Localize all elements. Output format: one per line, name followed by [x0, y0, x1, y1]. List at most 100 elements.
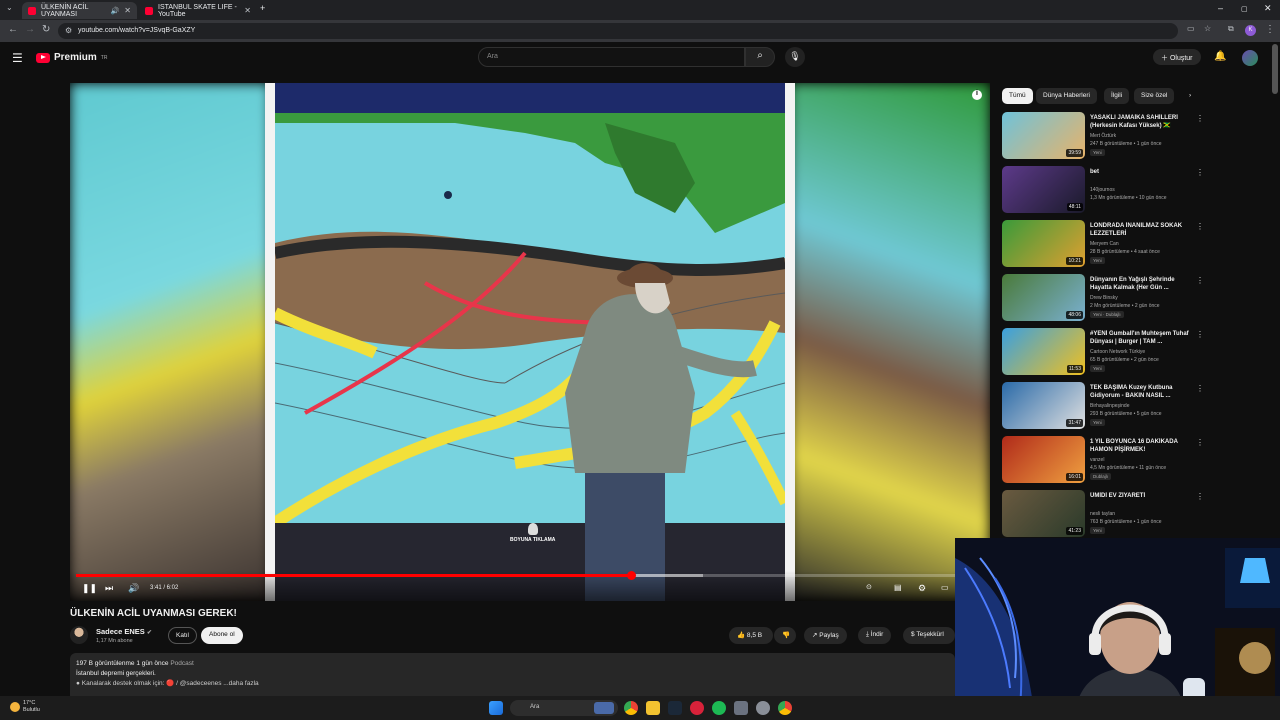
tab-close-icon[interactable]: ✕	[124, 6, 131, 15]
tab-list-icon[interactable]: ⌄	[6, 3, 13, 12]
recommendation-channel[interactable]: Mert Öztürk	[1090, 133, 1116, 139]
recommendation-channel[interactable]: vanzel	[1090, 457, 1104, 463]
tab-active[interactable]: ÜLKENİN ACİL UYANMASI 🔊 ✕	[22, 2, 137, 19]
video-thumbnail[interactable]: 10:21	[1002, 220, 1085, 267]
recommendation-channel[interactable]: Meryem Can	[1090, 241, 1119, 247]
video-thumbnail[interactable]: 41:23	[1002, 490, 1085, 537]
recommendation-title[interactable]: bet	[1090, 168, 1195, 176]
weather-widget[interactable]: 17°C Bulutlu	[10, 700, 40, 714]
channel-avatar[interactable]	[70, 626, 88, 644]
description-more[interactable]: ● Kanalarak destek olmak için: 🔴 / @sade…	[76, 679, 949, 689]
forward-icon[interactable]: →	[25, 24, 35, 35]
video-thumbnail[interactable]: 11:53	[1002, 328, 1085, 375]
video-thumbnail[interactable]: 48:06	[1002, 274, 1085, 321]
speaker-icon[interactable]: 🔊	[111, 7, 120, 15]
extensions-icon[interactable]: ⧉	[1228, 24, 1234, 34]
channel-name[interactable]: Sadece ENES ✔	[96, 627, 152, 636]
dislike-button[interactable]: 👎	[774, 627, 796, 644]
settings-gear-icon[interactable]: ⚙	[918, 583, 926, 594]
autoplay-toggle-icon[interactable]: ⊙	[866, 583, 872, 591]
subtitles-icon[interactable]: ▤	[894, 583, 902, 592]
minimize-icon[interactable]: –	[1218, 3, 1223, 13]
recommendation-channel[interactable]: Drew Binsky	[1090, 295, 1118, 301]
recommendation-channel[interactable]: 140journos	[1090, 187, 1115, 193]
opera-icon[interactable]	[690, 701, 704, 715]
share-button[interactable]: ↗ Paylaş	[804, 627, 847, 644]
more-actions-icon[interactable]: ⋮	[1196, 222, 1204, 231]
search-input[interactable]: Ara	[478, 47, 745, 67]
url-field[interactable]: ⚙ youtube.com/watch?v=JSvqB-GaXZY	[58, 23, 1178, 39]
more-actions-icon[interactable]: ⋮	[1196, 168, 1204, 177]
scrubber-handle[interactable]	[626, 571, 636, 580]
subscribe-button[interactable]: Abone ol	[201, 627, 243, 644]
chip-next-icon[interactable]: ›	[1182, 88, 1198, 104]
browser-menu-icon[interactable]: ⋮	[1265, 24, 1275, 35]
miniplayer-icon[interactable]: ▭	[941, 583, 949, 592]
more-actions-icon[interactable]: ⋮	[1196, 384, 1204, 393]
video-thumbnail[interactable]: 39:59	[1002, 112, 1085, 159]
chrome-icon[interactable]	[624, 701, 638, 715]
site-info-icon[interactable]: ⚙	[65, 26, 72, 35]
like-button[interactable]: 👍 8,5 B	[729, 627, 773, 644]
video-thumbnail[interactable]: 16:01	[1002, 436, 1085, 483]
recommendation-title[interactable]: 1 YIL BOYUNCA 16 DAKİKADA HAMON PİŞİRMEK…	[1090, 438, 1195, 454]
info-icon[interactable]: i	[972, 90, 982, 100]
pause-icon[interactable]: ❚❚	[82, 583, 97, 594]
spotify-icon[interactable]	[712, 701, 726, 715]
more-actions-icon[interactable]: ⋮	[1196, 492, 1204, 501]
recommendation-channel[interactable]: Cartoon Network Türkiye	[1090, 349, 1145, 355]
video-player[interactable]: i BOYUNA TIKLAMA ❚❚ ⏭ 🔊 3:41 / 6:02 ⊙ ▤ …	[70, 83, 990, 601]
join-button[interactable]: Katıl	[168, 627, 198, 644]
tab-skate[interactable]: ISTANBUL SKATE LIFE - YouTube ✕	[139, 2, 257, 19]
search-button[interactable]: ⌕	[745, 47, 775, 67]
recommendation-title[interactable]: Dünyanın En Yağışlı Şehrinde Hayatta Kal…	[1090, 276, 1195, 292]
recommendation-channel[interactable]: nesli taylan	[1090, 511, 1115, 517]
reload-icon[interactable]: ↻	[42, 24, 50, 35]
page-scrollbar[interactable]	[1272, 44, 1278, 94]
file-explorer-icon[interactable]	[646, 701, 660, 715]
video-thumbnail[interactable]: 31:47	[1002, 382, 1085, 429]
steam-icon[interactable]	[668, 701, 682, 715]
chip-world-news[interactable]: Dünya Haberleri	[1036, 88, 1097, 104]
more-actions-icon[interactable]: ⋮	[1196, 114, 1204, 123]
next-icon[interactable]: ⏭	[105, 583, 113, 594]
volume-icon[interactable]: 🔊	[128, 583, 139, 594]
chip-for-you[interactable]: Size özel	[1134, 88, 1175, 104]
maximize-icon[interactable]: ▢	[1241, 5, 1248, 13]
start-windows-icon[interactable]	[489, 701, 503, 715]
more-actions-icon[interactable]: ⋮	[1196, 276, 1204, 285]
close-window-icon[interactable]: ✕	[1264, 3, 1272, 14]
cast-icon[interactable]: ▭	[1187, 24, 1195, 33]
youtube-logo[interactable]: Premium TR	[36, 52, 107, 63]
recommendation-item[interactable]: 11:53 #YENİ Gumball'ın Muhteşem Tuhaf Dün…	[1002, 328, 1204, 378]
account-avatar[interactable]	[1242, 50, 1258, 66]
recommendation-title[interactable]: TEK BAŞIMA Kuzey Kutbuna Gidiyorum - BAK…	[1090, 384, 1195, 400]
recommendation-item[interactable]: 10:21 LONDRADA İNANILMAZ SOKAK LEZZETLERİ…	[1002, 220, 1204, 270]
video-thumbnail[interactable]: 48:11	[1002, 166, 1085, 213]
recommendation-item[interactable]: 31:47 TEK BAŞIMA Kuzey Kutbuna Gidiyorum …	[1002, 382, 1204, 432]
recommendation-title[interactable]: ÜMİDİ EV ZİYARETİ	[1090, 492, 1195, 500]
recommendation-title[interactable]: YASAKLI JAMAİKA SAHİLLERİ (Herkesin Kafa…	[1090, 114, 1195, 130]
settings-app-icon[interactable]	[734, 701, 748, 715]
description-box[interactable]: 197 B görüntülenme 1 gün önce Podcast İs…	[70, 653, 955, 701]
more-actions-icon[interactable]: ⋮	[1196, 330, 1204, 339]
recommendation-item[interactable]: 16:01 1 YIL BOYUNCA 16 DAKİKADA HAMON PİŞ…	[1002, 436, 1204, 486]
recommendation-item[interactable]: 48:11 bet 140journos 1,3 Mn görüntüleme • 1…	[1002, 166, 1204, 216]
recommendation-item[interactable]: 48:06 Dünyanın En Yağışlı Şehrinde Hayatt…	[1002, 274, 1204, 324]
download-button[interactable]: ⤓ İndir	[858, 627, 892, 644]
chrome-active-icon[interactable]	[778, 701, 792, 715]
menu-icon[interactable]: ☰	[12, 51, 23, 65]
bookmark-star-icon[interactable]: ☆	[1204, 24, 1211, 33]
progress-bar[interactable]	[76, 571, 984, 580]
thanks-button[interactable]: $ Teşekkürl	[903, 627, 955, 644]
chip-related[interactable]: İlgili	[1104, 88, 1130, 104]
recommendation-item[interactable]: 41:23 ÜMİDİ EV ZİYARETİ nesli taylan 763 B …	[1002, 490, 1204, 540]
chip-all[interactable]: Tümü	[1002, 88, 1033, 104]
recommendation-channel[interactable]: Birhayalinpeşinde	[1090, 403, 1129, 409]
create-button[interactable]: ＋ Oluştur	[1153, 49, 1201, 65]
more-actions-icon[interactable]: ⋮	[1196, 438, 1204, 447]
back-icon[interactable]: ←	[8, 24, 18, 35]
new-tab-icon[interactable]: +	[260, 3, 265, 13]
notifications-bell-icon[interactable]: 🔔	[1214, 51, 1226, 62]
recommendation-title[interactable]: LONDRADA İNANILMAZ SOKAK LEZZETLERİ	[1090, 222, 1195, 238]
